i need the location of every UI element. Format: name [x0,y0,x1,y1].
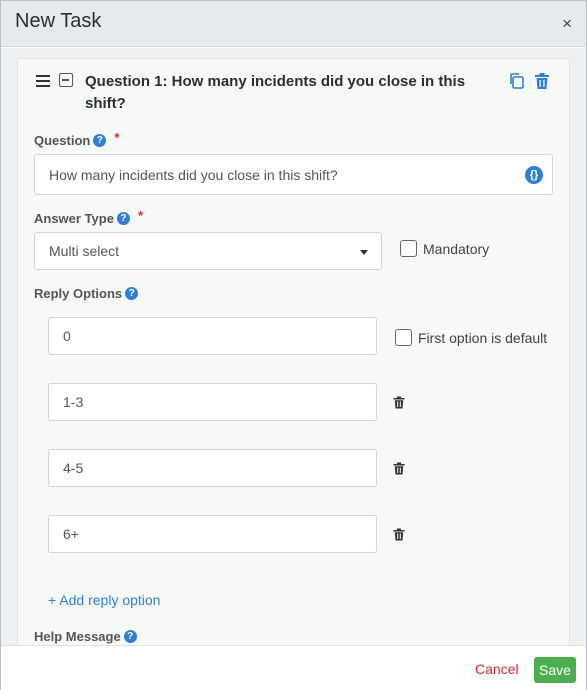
help-icon[interactable]: ? [116,212,130,225]
mandatory-checkbox-row[interactable]: Mandatory [400,240,489,257]
reply-option-value: 6+ [63,526,79,542]
question-label: Question [34,133,91,148]
first-option-default-row[interactable]: First option is default [395,329,547,346]
collapse-icon[interactable] [59,73,73,87]
help-message-label-row: Help Message ? [34,629,137,644]
first-option-default-checkbox[interactable] [395,329,412,346]
trash-icon[interactable] [393,462,405,480]
dialog-title: New Task [15,10,102,32]
copy-icon[interactable] [508,72,526,95]
dialog-footer: Cancel Save [1,645,586,690]
trash-icon[interactable] [393,528,405,546]
close-icon[interactable]: × [562,14,572,34]
question-heading: Question 1: How many incidents did you c… [85,73,466,112]
trash-icon[interactable] [534,72,550,95]
cancel-button[interactable]: Cancel [475,661,519,677]
chevron-down-icon [360,250,368,255]
dialog-body[interactable]: Question 1: How many incidents did you c… [1,48,586,645]
variable-icon[interactable]: {} [525,166,543,184]
reply-option-input[interactable]: 6+ [48,515,377,553]
required-marker: * [137,208,144,223]
answer-type-label: Answer Type [34,211,114,226]
trash-icon[interactable] [393,396,405,414]
help-icon[interactable]: ? [123,630,137,643]
reply-options-label-row: Reply Options ? [34,286,139,301]
help-icon[interactable]: ? [93,134,107,147]
mandatory-checkbox[interactable] [400,240,417,257]
reply-option-value: 0 [63,328,71,344]
required-marker: * [114,130,120,145]
question-card: Question 1: How many incidents did you c… [17,58,570,645]
reply-option-input[interactable]: 4-5 [48,449,377,487]
mandatory-label: Mandatory [423,240,490,257]
reply-option-input[interactable]: 1-3 [48,383,377,421]
answer-type-label-row: Answer Type ? * [34,208,144,226]
answer-type-value: Multi select [49,243,120,259]
save-button[interactable]: Save [534,657,576,683]
question-input[interactable]: How many incidents did you close in this… [34,154,553,195]
reply-option-value: 4-5 [63,460,84,476]
reply-options-label: Reply Options [34,286,123,301]
drag-handle-icon[interactable] [36,75,50,87]
question-value: How many incidents did you close in this… [49,166,338,183]
first-option-default-label: First option is default [418,329,548,346]
new-task-dialog: New Task × Question 1: How many incident… [0,0,587,690]
add-reply-option-link[interactable]: + Add reply option [48,592,160,608]
question-label-row: Question ? * [34,130,120,148]
dialog-header: New Task × [1,1,586,47]
reply-option-value: 1-3 [63,394,84,410]
answer-type-select[interactable]: Multi select [34,232,382,270]
help-icon[interactable]: ? [125,287,139,300]
reply-option-input[interactable]: 0 [48,317,377,355]
help-message-label: Help Message [34,629,121,644]
